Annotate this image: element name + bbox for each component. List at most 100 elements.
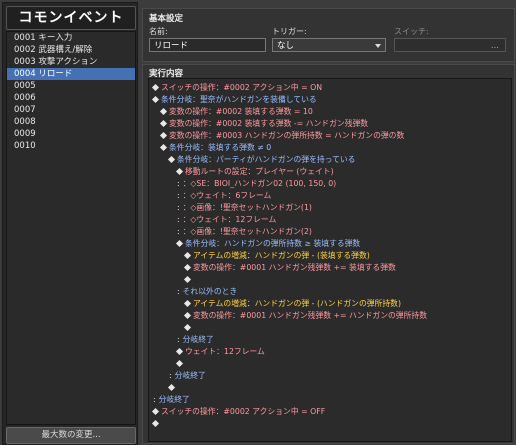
command-text: 分岐終了 [158,395,190,404]
diamond-icon [183,299,192,307]
diamond-icon [183,323,192,331]
diamond-icon [175,167,184,175]
command-line[interactable] [175,358,185,369]
continuation-marker: : [169,371,172,380]
diamond-icon [183,251,192,259]
event-list-item[interactable]: 0005 [7,80,135,92]
diamond-icon [159,131,168,139]
command-line[interactable]: : それ以外のとき [177,286,237,297]
event-list-item[interactable]: 0001 キー入力 [7,32,135,44]
continuation-marker: : [177,287,180,296]
event-list-item[interactable]: 0004 リロード [7,68,135,80]
diamond-icon [159,143,168,151]
command-text: 変数の操作：#0001 ハンドガン残弾数 += ハンドガンの弾所持数 [193,311,427,320]
command-text: それ以外のとき [182,287,238,296]
diamond-icon [151,419,160,427]
event-list-item[interactable]: 0006 [7,92,135,104]
event-list-item[interactable]: 0010 [7,140,135,152]
diamond-icon [151,83,160,91]
trigger-value: なし [277,41,295,51]
command-line[interactable]: : 分岐終了 [177,334,214,345]
command-text: 条件分岐：パーティがハンドガンの弾を持っている [177,155,356,164]
command-text: アイテムの増減：ハンドガンの弾 - (装填する弾数) [193,251,370,260]
command-line[interactable]: 条件分岐：聖奈がハンドガンを装備している [151,94,317,105]
command-text: 分岐終了 [182,335,214,344]
diamond-icon [151,407,160,415]
command-line[interactable]: 変数の操作：#0003 ハンドガンの弾所持数 = ハンドガンの弾の数 [159,130,405,141]
diamond-icon [183,263,192,271]
diamond-icon [183,311,192,319]
event-list-item[interactable]: 0007 [7,104,135,116]
command-line[interactable]: : ：◇画像：!聖奈セットハンドガン(1) [177,202,312,213]
event-list[interactable]: 0001 キー入力 0002 武器構え/解除 0003 攻撃アクション 0004 リロ… [6,31,136,425]
continuation-marker: : [177,215,180,224]
command-line[interactable]: : ：◇ウェイト：12フレーム [177,214,276,225]
command-line[interactable] [151,418,161,429]
command-line[interactable]: : ：◇ウェイト：6フレーム [177,190,271,201]
command-text: 条件分岐：装填する弾数 ≠ 0 [169,143,272,152]
command-line[interactable]: : ：◇画像：!聖奈セットハンドガン(2) [177,226,312,237]
command-text: 移動ルートの設定：プレイヤー (ウェイト) [185,167,334,176]
common-events-panel: コモンイベント 0001 キー入力 0002 武器構え/解除 0003 攻撃アクショ… [2,2,138,445]
command-line[interactable]: 変数の操作：#0002 装填する弾数 = 10 [159,106,313,117]
command-text: 分岐終了 [174,371,206,380]
switch-label: スイッチ: [394,27,429,36]
command-text: ：◇SE：BIOI_ハンドガン02 (100, 150, 0) [182,179,337,188]
command-text: スイッチの操作：#0002 アクション中 = ON [161,83,323,92]
command-line[interactable]: 条件分岐：パーティがハンドガンの弾を持っている [167,154,356,165]
continuation-marker: : [177,335,180,344]
command-list[interactable]: スイッチの操作：#0002 アクション中 = ON 条件分岐：聖奈がハンドガンを装… [148,78,512,442]
command-text: 変数の操作：#0002 装填する弾数 -= ハンドガン残弾数 [169,119,369,128]
command-text: ：◇画像：!聖奈セットハンドガン(1) [182,203,312,212]
command-text: ：◇ウェイト：12フレーム [182,215,277,224]
general-settings-panel: 基本設定 名前: リロード トリガー: なし スイッチ: ... [142,8,515,62]
continuation-marker: : [177,179,180,188]
event-list-item[interactable]: 0009 [7,128,135,140]
diamond-icon [167,155,176,163]
diamond-icon [175,359,184,367]
command-line[interactable]: 変数の操作：#0002 装填する弾数 -= ハンドガン残弾数 [159,118,369,129]
command-line[interactable]: スイッチの操作：#0002 アクション中 = OFF [151,406,326,417]
diamond-icon [167,383,176,391]
command-text: 変数の操作：#0001 ハンドガン残弾数 += 装填する弾数 [193,263,396,272]
continuation-marker: : [177,227,180,236]
command-line[interactable]: ウェイト：12フレーム [175,346,265,357]
command-line[interactable]: 移動ルートの設定：プレイヤー (ウェイト) [175,166,334,177]
command-text: ：◇ウェイト：6フレーム [182,191,272,200]
command-line[interactable]: アイテムの増減：ハンドガンの弾 - (装填する弾数) [183,250,370,261]
diamond-icon [183,275,192,283]
command-text: ：◇画像：!聖奈セットハンドガン(2) [182,227,312,236]
command-line[interactable] [167,382,177,393]
command-text: ウェイト：12フレーム [185,347,265,356]
command-line[interactable]: : 分岐終了 [169,370,206,381]
trigger-label: トリガー: [272,27,307,36]
command-line[interactable]: : 分岐終了 [153,394,190,405]
name-field[interactable]: リロード [149,38,266,52]
command-line[interactable]: : ：◇SE：BIOI_ハンドガン02 (100, 150, 0) [177,178,336,189]
trigger-select[interactable]: なし [272,38,386,52]
command-text: 変数の操作：#0003 ハンドガンの弾所持数 = ハンドガンの弾の数 [169,131,405,140]
command-line[interactable]: スイッチの操作：#0002 アクション中 = ON [151,82,323,93]
diamond-icon [159,107,168,115]
diamond-icon [151,95,160,103]
command-line[interactable]: 変数の操作：#0001 ハンドガン残弾数 += 装填する弾数 [183,262,396,273]
chevron-down-icon [375,44,381,48]
contents-panel: 実行内容 スイッチの操作：#0002 アクション中 = ON 条件分岐：聖奈がハン… [142,64,515,444]
diamond-icon [175,347,184,355]
change-max-button[interactable]: 最大数の変更... [6,427,136,444]
event-list-item[interactable]: 0002 武器構え/解除 [7,44,135,56]
command-line[interactable] [183,322,193,333]
switch-select-button[interactable]: ... [394,38,506,52]
command-line[interactable]: 変数の操作：#0001 ハンドガン残弾数 += ハンドガンの弾所持数 [183,310,427,321]
diamond-icon [175,239,184,247]
event-list-item[interactable]: 0008 [7,116,135,128]
command-line[interactable] [183,274,193,285]
command-line[interactable]: 条件分岐：ハンドガンの弾所持数 ≥ 装填する弾数 [175,238,360,249]
command-line[interactable]: 条件分岐：装填する弾数 ≠ 0 [159,142,272,153]
command-text: スイッチの操作：#0002 アクション中 = OFF [161,407,326,416]
event-list-item[interactable]: 0003 攻撃アクション [7,56,135,68]
continuation-marker: : [177,203,180,212]
general-settings-title: 基本設定 [149,14,184,24]
command-line[interactable]: アイテムの増減：ハンドガンの弾 - (ハンドガンの弾所持数) [183,298,401,309]
diamond-icon [159,119,168,127]
